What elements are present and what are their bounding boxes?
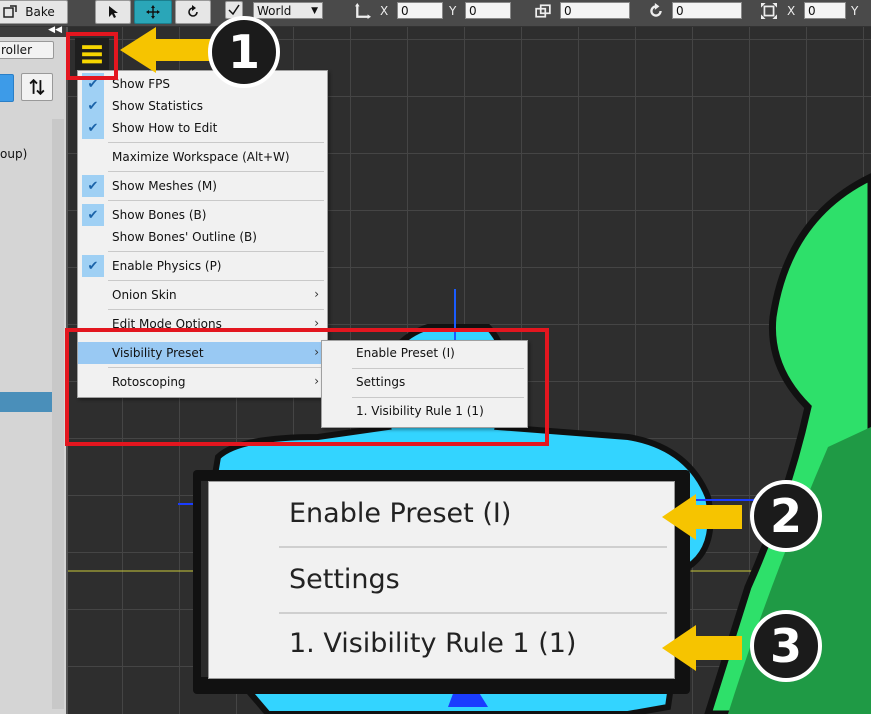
depth-field[interactable]: 0 (560, 2, 630, 19)
rotate-tool-button[interactable] (175, 0, 211, 24)
scale-y-label: Y (851, 4, 859, 18)
space-select[interactable]: World ▼ (253, 2, 323, 19)
top-toolbar: Bake World ▼ X 0 Y 0 0 0 X 0 Y (0, 0, 871, 27)
select-tool-button[interactable] (95, 0, 131, 24)
arrow-icon (120, 27, 212, 73)
check-icon: ✔ (82, 255, 104, 277)
zoom-item-settings: Settings (289, 564, 400, 595)
chevron-down-icon: ▼ (311, 6, 318, 16)
depth-icon (532, 1, 554, 21)
menu-item-show-statistics[interactable]: ✔ Show Statistics (78, 95, 327, 117)
hamburger-icon (82, 45, 102, 64)
menu-divider (279, 546, 667, 548)
check-icon: ✔ (82, 175, 104, 197)
bake-button[interactable]: Bake (0, 0, 68, 24)
pos-y-label: Y (449, 4, 457, 18)
move-icon (146, 5, 160, 19)
check-icon: ✔ (82, 95, 104, 117)
menu-divider (108, 309, 324, 310)
list-item-selected[interactable] (0, 392, 52, 412)
menu-divider (108, 280, 324, 281)
check-icon (228, 4, 240, 16)
menu-item-maximize-workspace[interactable]: Maximize Workspace (Alt+W) (78, 146, 327, 168)
menu-item-show-bones-outline[interactable]: Show Bones' Outline (B) (78, 226, 327, 248)
menu-item-label: Show Bones (B) (112, 208, 207, 222)
zoom-callout-menu: Enable Preset (I) Settings 1. Visibility… (208, 481, 675, 679)
highlight-box-visibility-preset (65, 328, 549, 446)
menu-divider (108, 171, 324, 172)
zoom-item-visibility-rule-1: 1. Visibility Rule 1 (1) (289, 628, 577, 659)
panel-header-bar: ◀◀ (0, 25, 66, 37)
step-badge-3: 3 (750, 610, 822, 682)
chevron-right-icon: › (314, 287, 319, 301)
mode-toggle-button[interactable] (0, 74, 14, 102)
menu-item-label: Maximize Workspace (Alt+W) (112, 150, 290, 164)
workspace-menu-button[interactable] (75, 38, 109, 70)
menu-item-label: Show Bones' Outline (B) (112, 230, 257, 244)
sort-icon (29, 79, 45, 95)
scale-icon (758, 1, 780, 21)
collapse-panel-icon[interactable]: ◀◀ (48, 25, 62, 35)
menu-item-show-meshes[interactable]: ✔ Show Meshes (M) (78, 175, 327, 197)
menu-item-onion-skin[interactable]: Onion Skin › (78, 284, 327, 306)
menu-item-label: Show How to Edit (112, 121, 218, 135)
bake-icon (3, 5, 17, 18)
cursor-icon (109, 6, 118, 18)
menu-divider (108, 200, 324, 201)
scale-x-label: X (787, 4, 796, 18)
controller-tab-label: roller (1, 43, 32, 57)
position-icon (352, 1, 374, 21)
panel-scrollbar[interactable] (52, 119, 64, 709)
sort-button[interactable] (21, 73, 53, 101)
scale-x-field[interactable]: 0 (804, 2, 846, 19)
arrow-icon (662, 494, 742, 540)
menu-item-label: Show FPS (112, 77, 170, 91)
menu-item-enable-physics[interactable]: ✔ Enable Physics (P) (78, 255, 327, 277)
menu-item-show-how-to-edit[interactable]: ✔ Show How to Edit (78, 117, 327, 139)
space-select-value: World (257, 4, 292, 18)
bake-label: Bake (25, 5, 55, 19)
check-icon: ✔ (82, 204, 104, 226)
step-badge-1: 1 (208, 16, 280, 88)
pos-y-field[interactable]: 0 (465, 2, 511, 19)
check-icon: ✔ (82, 117, 104, 139)
arrow-icon (662, 625, 742, 671)
rotation-icon (645, 1, 667, 21)
zoom-item-enable-preset: Enable Preset (I) (289, 498, 512, 529)
menu-item-label: Onion Skin (112, 288, 177, 302)
menu-item-label: Show Statistics (112, 99, 204, 113)
pos-x-field[interactable]: 0 (397, 2, 443, 19)
rotate-icon (188, 5, 198, 17)
menu-divider (279, 612, 667, 614)
step-badge-2: 2 (750, 480, 822, 552)
controller-tab[interactable]: roller (0, 41, 54, 59)
pos-x-label: X (380, 4, 389, 18)
menu-item-label: Enable Physics (P) (112, 259, 222, 273)
menu-divider (108, 142, 324, 143)
rotation-field[interactable]: 0 (672, 2, 742, 19)
move-tool-button[interactable] (134, 0, 172, 24)
menu-item-label: Show Meshes (M) (112, 179, 217, 193)
menu-item-show-bones[interactable]: ✔ Show Bones (B) (78, 204, 327, 226)
menu-divider (108, 251, 324, 252)
list-item[interactable]: oup) (0, 147, 27, 161)
